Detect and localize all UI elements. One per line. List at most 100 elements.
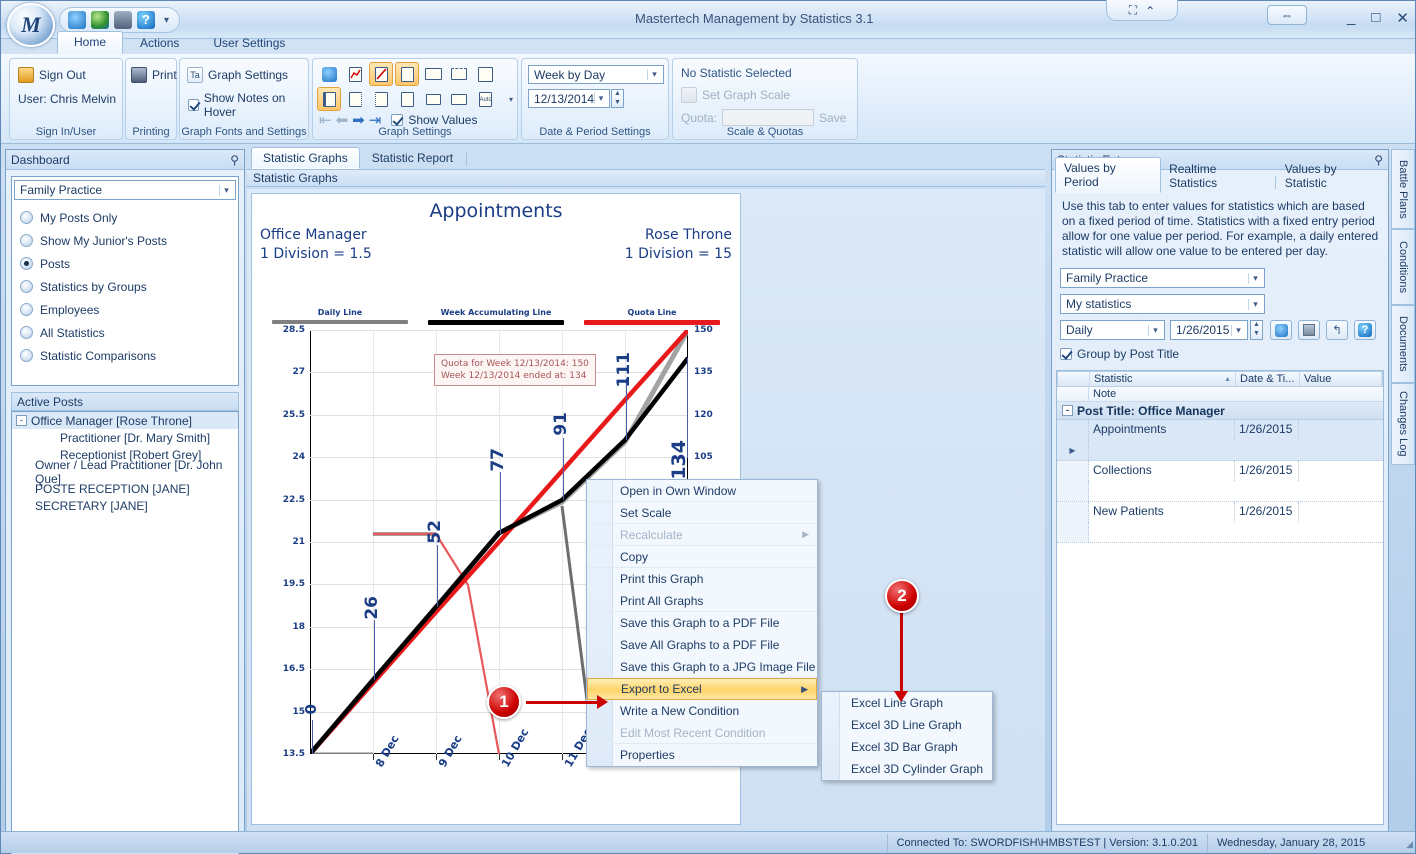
- refresh-icon[interactable]: [68, 11, 86, 29]
- date-spinner[interactable]: ▲ ▼: [611, 89, 624, 108]
- line-graph-button[interactable]: [343, 62, 367, 86]
- radio-employees[interactable]: Employees: [20, 298, 167, 321]
- table-row[interactable]: Collections 1/26/2015: [1057, 461, 1383, 502]
- close-button[interactable]: ✕: [1396, 9, 1409, 27]
- resize-grip[interactable]: ◢: [1397, 834, 1415, 852]
- entry-period-combo[interactable]: Daily ▾: [1060, 320, 1165, 340]
- no-labels-button[interactable]: [395, 87, 419, 111]
- graph-settings-button[interactable]: Ta Graph Settings: [187, 67, 288, 83]
- entry-date-spinner[interactable]: ▲ ▼: [1250, 320, 1263, 340]
- maximize-button[interactable]: □: [1371, 9, 1380, 27]
- menu-item-export-to-excel[interactable]: Export to Excel ▶: [587, 678, 817, 700]
- submenu-item-excel-3d-bar-graph[interactable]: Excel 3D Bar Graph: [822, 736, 992, 758]
- globe-icon[interactable]: [91, 11, 109, 29]
- cell-value[interactable]: [1299, 461, 1383, 481]
- calendar-dropdown-icon[interactable]: ▾: [1231, 324, 1245, 336]
- help-button[interactable]: ?: [1354, 320, 1376, 340]
- tab-statistic-graphs[interactable]: Statistic Graphs: [251, 147, 360, 169]
- sign-out-button[interactable]: Sign Out: [18, 67, 86, 83]
- menu-item-save-graph-jpg[interactable]: Save this Graph to a JPG Image File: [587, 656, 817, 678]
- auto-scale-button[interactable]: Auto: [473, 87, 497, 111]
- qat-dropdown-icon[interactable]: ▾: [164, 15, 169, 26]
- menu-item-copy[interactable]: Copy: [587, 546, 817, 568]
- grid-group-row[interactable]: - Post Title: Office Manager: [1057, 402, 1383, 420]
- resize-button[interactable]: ⇔: [1267, 5, 1307, 25]
- print-button[interactable]: Print: [131, 67, 177, 83]
- left-axis-button[interactable]: [317, 87, 341, 111]
- chevron-down-icon[interactable]: ▾: [219, 184, 233, 196]
- trend-line-button[interactable]: [369, 62, 393, 86]
- table-row[interactable]: Appointments 1/26/2015 ▶: [1057, 420, 1383, 461]
- chevron-down-icon[interactable]: ▾: [1248, 298, 1262, 310]
- tree-item-owner-lead[interactable]: Owner / Lead Practitioner [Dr. John Que]: [12, 458, 238, 486]
- expand-icon[interactable]: ⛶: [1129, 3, 1137, 18]
- help-icon[interactable]: ?: [137, 11, 155, 29]
- single-page-button[interactable]: [395, 62, 419, 86]
- chevron-down-icon[interactable]: ▾: [1248, 272, 1262, 284]
- menu-item-save-graph-pdf[interactable]: Save this Graph to a PDF File: [587, 612, 817, 634]
- entry-statistics-combo[interactable]: My statistics ▾: [1060, 294, 1265, 314]
- tree-item-office-manager[interactable]: - Office Manager [Rose Throne]: [12, 412, 238, 429]
- cell-note[interactable]: [1089, 481, 1383, 501]
- menu-item-save-all-graphs-pdf[interactable]: Save All Graphs to a PDF File: [587, 634, 817, 656]
- tab-home[interactable]: Home: [57, 31, 124, 54]
- entry-date-field[interactable]: 1/26/2015 ▾: [1170, 320, 1248, 340]
- fit-width-button[interactable]: [447, 62, 471, 86]
- show-values-checkbox[interactable]: Show Values: [391, 113, 477, 127]
- refresh-button[interactable]: [1270, 320, 1292, 340]
- submenu-item-excel-3d-line-graph[interactable]: Excel 3D Line Graph: [822, 714, 992, 736]
- vtab-changes-log[interactable]: Changes Log: [1391, 383, 1415, 465]
- tab-values-by-statistic[interactable]: Values by Statistic: [1277, 159, 1388, 193]
- menu-item-print-this-graph[interactable]: Print this Graph: [587, 568, 817, 590]
- print-icon[interactable]: [114, 11, 132, 29]
- axis-labels-left-button[interactable]: [343, 87, 367, 111]
- cell-value[interactable]: [1299, 420, 1383, 440]
- vtab-battle-plans[interactable]: Battle Plans: [1391, 149, 1415, 229]
- collapse-icon[interactable]: -: [16, 415, 27, 426]
- show-notes-checkbox[interactable]: Show Notes on Hover: [188, 91, 308, 119]
- group-by-post-title-checkbox[interactable]: Group by Post Title: [1060, 347, 1179, 361]
- practice-combo[interactable]: Family Practice ▾: [14, 180, 236, 200]
- menu-item-set-scale[interactable]: Set Scale: [587, 502, 817, 524]
- cell-value[interactable]: [1299, 502, 1383, 522]
- radio-my-posts-only[interactable]: My Posts Only: [20, 206, 167, 229]
- save-button[interactable]: [1298, 320, 1320, 340]
- auto-dropdown-icon[interactable]: ▾: [499, 87, 523, 111]
- tab-values-by-period[interactable]: Values by Period: [1055, 157, 1162, 193]
- menu-item-print-all-graphs[interactable]: Print All Graphs: [587, 590, 817, 612]
- table-row[interactable]: New Patients 1/26/2015: [1057, 502, 1383, 543]
- tab-realtime-statistics[interactable]: Realtime Statistics: [1161, 159, 1274, 193]
- radio-show-junior-posts[interactable]: Show My Junior's Posts: [20, 229, 167, 252]
- tab-actions[interactable]: Actions: [123, 32, 196, 54]
- cell-note[interactable]: [1089, 522, 1383, 542]
- chevron-down-icon[interactable]: ▾: [647, 69, 661, 80]
- grid-header-statistic[interactable]: Statistic ▲: [1090, 372, 1236, 386]
- two-column-button[interactable]: [421, 87, 445, 111]
- radio-all-statistics[interactable]: All Statistics: [20, 321, 167, 344]
- menu-item-write-new-condition[interactable]: Write a New Condition: [587, 700, 817, 722]
- collapse-icon[interactable]: -: [1062, 405, 1073, 416]
- radio-statistics-by-groups[interactable]: Statistics by Groups: [20, 275, 167, 298]
- tree-item-secretary[interactable]: SECRETARY [JANE]: [12, 497, 238, 514]
- refresh-graph-button[interactable]: [317, 62, 341, 86]
- vtab-documents[interactable]: Documents: [1391, 305, 1415, 383]
- chevron-down-icon[interactable]: ▾: [1148, 324, 1162, 336]
- tab-user-settings[interactable]: User Settings: [196, 32, 302, 54]
- axis-labels-right-button[interactable]: [369, 87, 393, 111]
- entry-practice-combo[interactable]: Family Practice ▾: [1060, 268, 1265, 288]
- collapse-ribbon-icon[interactable]: ⌃: [1145, 4, 1155, 18]
- submenu-item-excel-3d-cylinder-graph[interactable]: Excel 3D Cylinder Graph: [822, 758, 992, 780]
- date-field[interactable]: 12/13/2014 ▾: [528, 89, 610, 108]
- cell-note[interactable]: [1089, 440, 1383, 460]
- ribbon-pull-tab[interactable]: ⛶ ⌃: [1106, 0, 1178, 21]
- radio-posts[interactable]: Posts: [20, 252, 167, 275]
- fit-page-button[interactable]: [473, 62, 497, 86]
- grid-header-value[interactable]: Value: [1300, 372, 1382, 386]
- radio-statistic-comparisons[interactable]: Statistic Comparisons: [20, 344, 167, 367]
- calendar-dropdown-icon[interactable]: ▾: [594, 93, 607, 104]
- app-logo-orb[interactable]: M: [7, 3, 55, 47]
- date-picker[interactable]: 12/13/2014 ▾ ▲ ▼: [528, 89, 624, 108]
- wide-page-button[interactable]: [421, 62, 445, 86]
- menu-item-properties[interactable]: Properties: [587, 744, 817, 766]
- minimize-button[interactable]: _: [1347, 9, 1355, 27]
